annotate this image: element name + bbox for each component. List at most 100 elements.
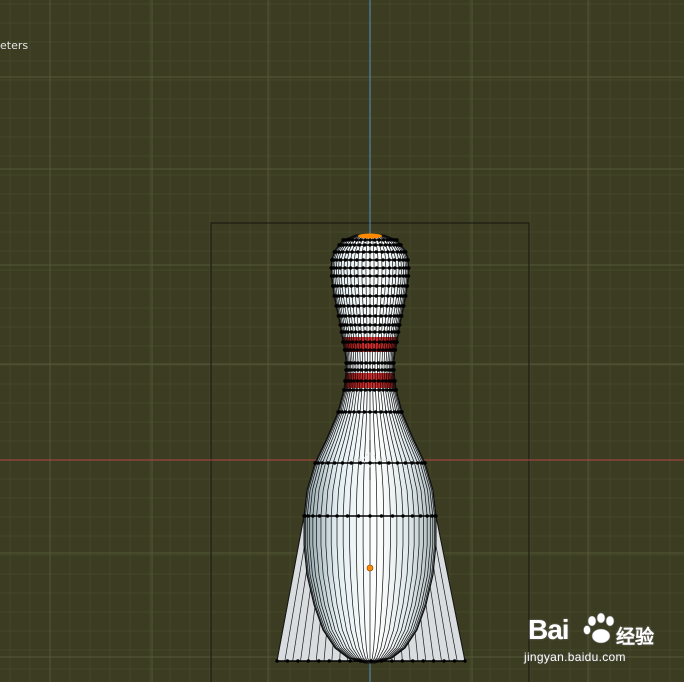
mesh-vertex[interactable] [383,361,388,365]
mesh-vertex[interactable] [358,461,363,465]
mesh-vertex[interactable] [361,258,366,262]
mesh-vertex[interactable] [360,368,364,372]
mesh-vertex[interactable] [400,410,404,414]
mesh-vertex[interactable] [373,314,378,318]
mesh-vertex[interactable] [397,274,402,278]
mesh-vertex[interactable] [384,314,388,318]
mesh-vertex[interactable] [363,379,368,383]
mesh-vertex[interactable] [340,294,345,298]
mesh-vertex[interactable] [431,659,436,663]
mesh-vertex[interactable] [337,294,341,298]
mesh-vertex[interactable] [354,340,359,344]
mesh-vertex[interactable] [421,659,425,663]
mesh-vertex[interactable] [381,274,385,278]
mesh-vertex[interactable] [392,410,397,414]
mesh-vertex[interactable] [374,284,379,288]
mesh-vertex[interactable] [434,514,438,518]
mesh-vertex[interactable] [386,294,390,298]
mesh-vertex[interactable] [406,258,410,262]
mesh-vertex[interactable] [363,238,368,242]
mesh-vertex[interactable] [348,659,352,663]
mesh-vertex[interactable] [379,514,384,518]
mesh-vertex[interactable] [442,659,446,663]
mesh-vertex[interactable] [403,461,408,465]
mesh-vertex[interactable] [379,410,383,414]
mesh-vertex[interactable] [372,348,377,352]
mesh-vertex[interactable] [348,388,352,392]
mesh-vertex[interactable] [381,258,385,262]
mesh-vertex[interactable] [368,238,372,242]
mesh-vertex[interactable] [368,274,372,278]
mesh-vertex[interactable] [303,514,307,518]
mesh-vertex[interactable] [335,258,339,262]
mesh-vertex[interactable] [395,461,400,465]
mesh-vertex[interactable] [363,330,367,334]
mesh-vertex[interactable] [387,274,391,278]
mesh-vertex[interactable] [275,659,279,663]
mesh-vertex[interactable] [385,340,390,344]
mesh-vertex[interactable] [406,274,411,278]
mesh-vertex[interactable] [384,410,388,414]
mesh-vertex[interactable] [320,461,325,465]
mesh-vertex[interactable] [377,348,381,352]
mesh-vertex[interactable] [381,266,385,270]
mesh-vertex[interactable] [327,659,331,663]
mesh-vertex[interactable] [363,348,368,352]
mesh-vertex[interactable] [407,266,411,270]
mesh-vertex[interactable] [362,304,366,308]
mesh-vertex[interactable] [352,361,357,365]
mesh-vertex[interactable] [358,323,362,327]
mesh-vertex[interactable] [372,388,377,392]
mesh-vertex[interactable] [430,514,434,518]
mesh-vertex[interactable] [387,461,391,465]
mesh-vertex[interactable] [374,274,379,278]
mesh-vertex[interactable] [368,388,372,392]
mesh-vertex[interactable] [368,410,372,414]
mesh-vertex[interactable] [348,348,353,352]
mesh-vertex[interactable] [395,294,400,298]
mesh-vertex[interactable] [351,304,355,308]
mesh-vertex[interactable] [373,323,377,327]
mesh-vertex[interactable] [401,514,405,518]
mesh-vertex[interactable] [415,461,420,465]
mesh-vertex[interactable] [352,243,357,247]
mesh-vertex[interactable] [372,361,376,365]
mesh-vertex[interactable] [380,379,385,383]
mesh-vertex[interactable] [344,314,348,318]
mesh-vertex[interactable] [394,388,398,392]
mesh-vertex[interactable] [369,659,373,663]
mesh-vertex[interactable] [345,323,349,327]
mesh-vertex[interactable] [335,514,339,518]
mesh-vertex[interactable] [373,330,377,334]
mesh-vertex[interactable] [381,348,385,352]
mesh-vertex[interactable] [349,361,354,365]
mesh-vertex[interactable] [394,304,398,308]
mesh-vertex[interactable] [347,314,352,318]
mesh-vertex[interactable] [356,294,360,298]
mesh-vertex[interactable] [368,514,372,518]
mesh-vertex[interactable] [372,238,377,242]
mesh-vertex[interactable] [392,314,396,318]
mesh-vertex[interactable] [385,304,389,308]
mesh-vertex[interactable] [339,284,344,288]
mesh-vertex[interactable] [354,238,359,242]
mesh-vertex[interactable] [374,304,378,308]
mesh-vertex[interactable] [373,340,377,344]
mesh-vertex[interactable] [355,348,359,352]
mesh-vertex[interactable] [368,340,372,344]
mesh-vertex[interactable] [393,266,397,270]
mesh-vertex[interactable] [362,243,367,247]
mesh-vertex[interactable] [368,250,372,254]
mesh-vertex[interactable] [384,379,388,383]
mesh-vertex[interactable] [381,388,385,392]
mesh-vertex[interactable] [400,659,405,663]
mesh-vertex[interactable] [377,461,382,465]
selected-vertex-top[interactable] [358,233,382,239]
mesh-vertex[interactable] [381,238,386,242]
mesh-vertex[interactable] [339,258,343,262]
mesh-vertex[interactable] [373,410,378,414]
mesh-vertex[interactable] [296,659,300,663]
mesh-vertex[interactable] [341,243,345,247]
mesh-vertex[interactable] [402,304,406,308]
mesh-vertex[interactable] [348,243,352,247]
